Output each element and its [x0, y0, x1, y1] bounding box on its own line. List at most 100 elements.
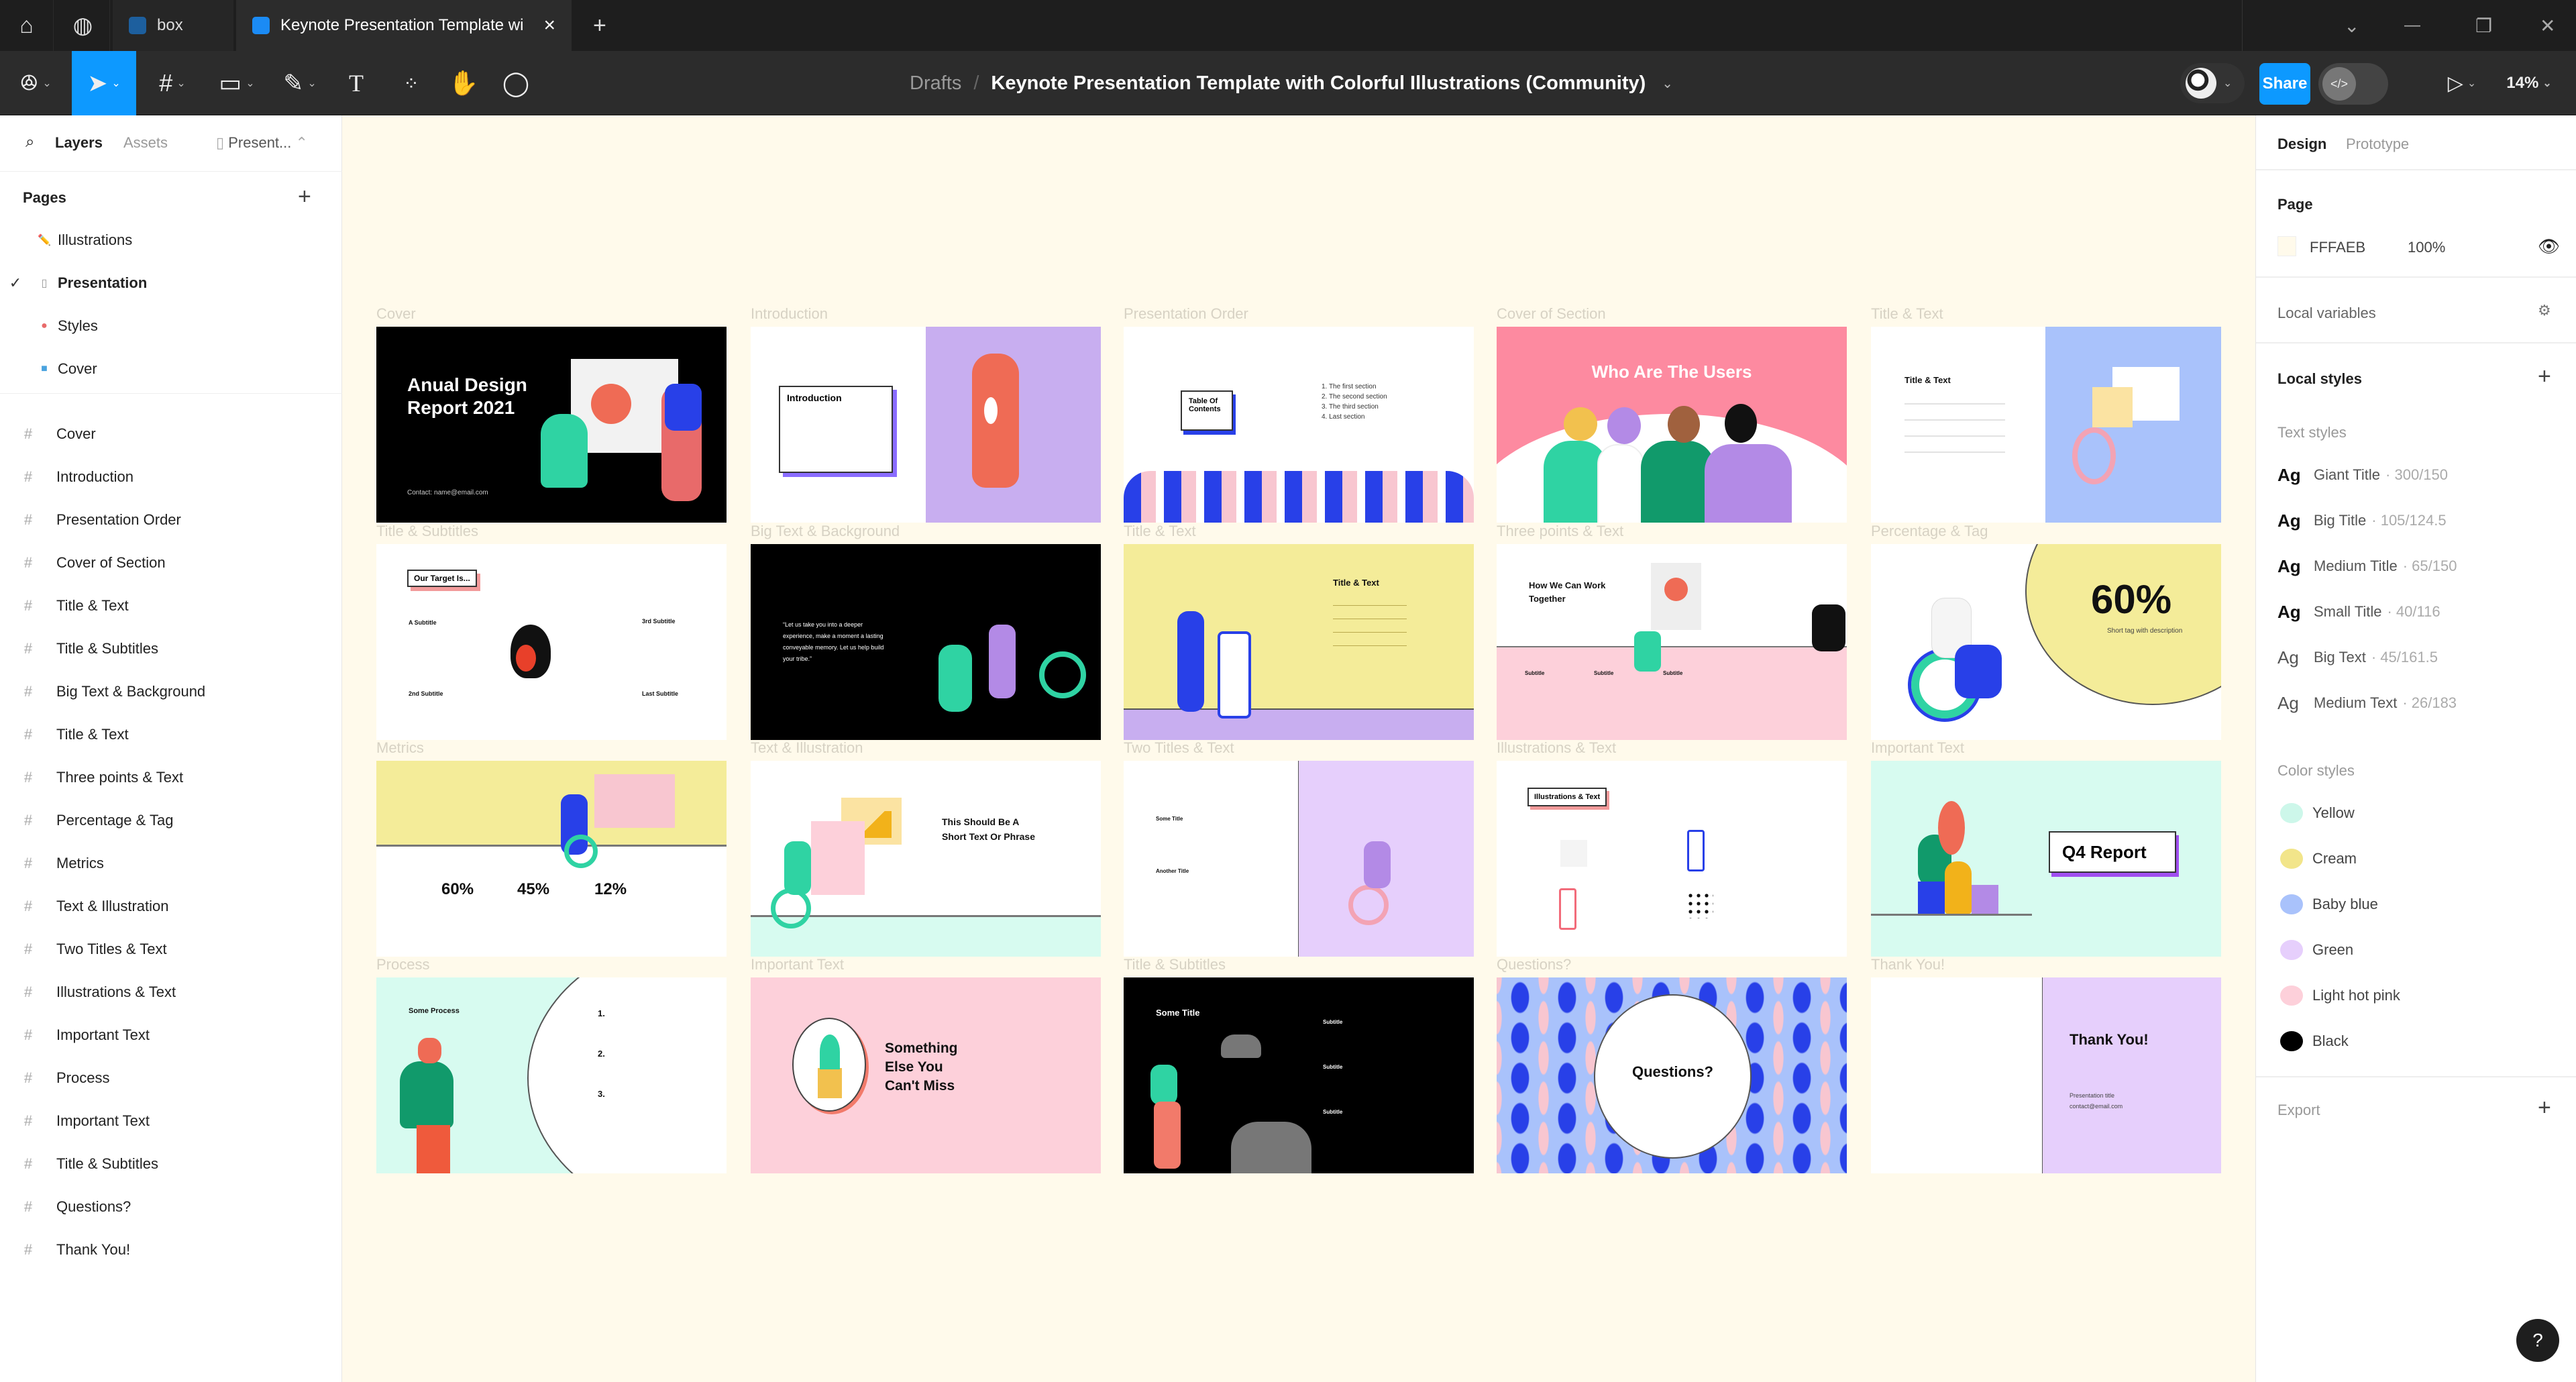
- move-tool[interactable]: ➤ ⌄: [72, 51, 136, 115]
- slide-illustrations-text[interactable]: Illustrations & Text: [1497, 761, 1847, 957]
- hand-tool[interactable]: ✋: [447, 51, 480, 115]
- layer-item[interactable]: # Title & Subtitles: [0, 1142, 342, 1185]
- add-export-icon[interactable]: +: [2538, 1095, 2551, 1121]
- close-window-icon[interactable]: ✕: [2524, 0, 2555, 51]
- layer-item[interactable]: # Title & Text: [0, 584, 342, 627]
- frame-label[interactable]: Title & Text: [1124, 523, 1196, 543]
- present-button[interactable]: ▷ ⌄: [2442, 51, 2482, 115]
- share-button[interactable]: Share: [2259, 63, 2310, 105]
- slide-big-text-background[interactable]: “Let us take you into a deeper experienc…: [751, 544, 1101, 740]
- color-style-item[interactable]: Baby blue: [2277, 888, 2378, 921]
- layer-item[interactable]: # Title & Subtitles: [0, 627, 342, 670]
- layer-item[interactable]: # Important Text: [0, 1100, 342, 1142]
- zoom-menu[interactable]: 14% ⌄: [2496, 51, 2563, 115]
- tab-list-chevron-icon[interactable]: ⌄: [2328, 0, 2359, 51]
- color-style-item[interactable]: Cream: [2277, 842, 2357, 875]
- page-opacity-value[interactable]: 100%: [2408, 239, 2445, 256]
- slide-process[interactable]: Some Process 1. 2. 3.: [376, 977, 727, 1173]
- frame-label[interactable]: Two Titles & Text: [1124, 739, 1234, 759]
- slide-title-subtitles[interactable]: Our Target Is... A Subtitle 3rd Subtitle…: [376, 544, 727, 740]
- slide-three-points[interactable]: How We Can Work Together Subtitle Subtit…: [1497, 544, 1847, 740]
- layer-item[interactable]: # Illustrations & Text: [0, 971, 342, 1014]
- minimize-icon[interactable]: —: [2388, 0, 2420, 51]
- frame-label[interactable]: Illustrations & Text: [1497, 739, 1616, 759]
- tab-box[interactable]: box: [113, 0, 233, 51]
- help-button[interactable]: ?: [2516, 1319, 2559, 1362]
- text-style-item[interactable]: Ag Big Title · 105/124.5: [2277, 504, 2447, 537]
- frame-label[interactable]: Presentation Order: [1124, 305, 1248, 325]
- globe-icon[interactable]: ◍: [56, 0, 110, 51]
- frame-label[interactable]: Big Text & Background: [751, 523, 900, 543]
- tab-layers[interactable]: Layers: [55, 134, 103, 152]
- page-item[interactable]: ● Styles: [0, 305, 342, 348]
- layer-item[interactable]: # Two Titles & Text: [0, 928, 342, 971]
- slide-two-titles[interactable]: Some Title Another Title: [1124, 761, 1474, 957]
- restore-icon[interactable]: ❐: [2459, 0, 2492, 51]
- layer-item[interactable]: # Process: [0, 1057, 342, 1100]
- frame-label[interactable]: Introduction: [751, 305, 828, 325]
- layer-item[interactable]: # Text & Illustration: [0, 885, 342, 928]
- layer-item[interactable]: # Three points & Text: [0, 756, 342, 799]
- slide-cover-of-section[interactable]: Who Are The Users: [1497, 327, 1847, 523]
- slide-important-text[interactable]: Q4 Report: [1871, 761, 2221, 957]
- tab-keynote[interactable]: Keynote Presentation Template wi ×: [236, 0, 572, 51]
- page-color-swatch[interactable]: [2277, 236, 2296, 256]
- tab-design[interactable]: Design: [2277, 136, 2326, 153]
- resources-tool[interactable]: ⁘: [394, 51, 428, 115]
- home-icon[interactable]: ⌂: [0, 0, 54, 51]
- layer-item[interactable]: # Thank You!: [0, 1228, 342, 1271]
- text-tool[interactable]: T: [339, 51, 373, 115]
- frame-label[interactable]: Important Text: [1871, 739, 1964, 759]
- add-page-icon[interactable]: +: [298, 184, 311, 210]
- layer-item[interactable]: # Title & Text: [0, 713, 342, 756]
- layer-item[interactable]: # Presentation Order: [0, 498, 342, 541]
- tab-prototype[interactable]: Prototype: [2346, 136, 2409, 153]
- frame-label[interactable]: Thank You!: [1871, 956, 1945, 976]
- page-item[interactable]: ■ Cover: [0, 348, 342, 390]
- slide-thank-you[interactable]: Thank You! Presentation title contact@em…: [1871, 977, 2221, 1173]
- frame-label[interactable]: Important Text: [751, 956, 844, 976]
- frame-label[interactable]: Title & Text: [1871, 305, 1943, 325]
- frame-label[interactable]: Questions?: [1497, 956, 1571, 976]
- layer-item[interactable]: # Metrics: [0, 842, 342, 885]
- slide-text-illustration[interactable]: This Should Be A Short Text Or Phrase: [751, 761, 1101, 957]
- text-style-item[interactable]: Ag Big Text · 45/161.5: [2277, 641, 2438, 674]
- slide-introduction[interactable]: Introduction: [751, 327, 1101, 523]
- slide-title-text-2[interactable]: Title & Text: [1124, 544, 1474, 740]
- layer-item[interactable]: # Questions?: [0, 1185, 342, 1228]
- new-tab-button[interactable]: +: [577, 0, 606, 51]
- frame-label[interactable]: Cover: [376, 305, 416, 325]
- text-style-item[interactable]: Ag Medium Text · 26/183: [2277, 686, 2457, 720]
- color-style-item[interactable]: Light hot pink: [2277, 979, 2400, 1012]
- pen-tool[interactable]: ✎ ⌄: [276, 51, 323, 115]
- slide-title-text[interactable]: Title & Text: [1871, 327, 2221, 523]
- color-style-item[interactable]: Green: [2277, 933, 2353, 967]
- slide-questions[interactable]: Questions?: [1497, 977, 1847, 1173]
- breadcrumb-drafts[interactable]: Drafts: [910, 72, 961, 95]
- user-avatar-button[interactable]: ⌄: [2180, 63, 2245, 103]
- file-title[interactable]: Keynote Presentation Template with Color…: [991, 72, 1646, 95]
- frame-label[interactable]: Three points & Text: [1497, 523, 1623, 543]
- chevron-down-icon[interactable]: ⌄: [1662, 75, 1673, 92]
- frame-label[interactable]: Cover of Section: [1497, 305, 1606, 325]
- slide-cover[interactable]: Anual Design Report 2021 Contact: name@e…: [376, 327, 727, 523]
- slide-title-subtitles-2[interactable]: Some Title Subtitle Subtitle Subtitle: [1124, 977, 1474, 1173]
- main-menu-button[interactable]: ꔮ ⌄: [12, 51, 59, 115]
- color-style-item[interactable]: Black: [2277, 1024, 2349, 1058]
- page-item[interactable]: ✏️ Illustrations: [0, 219, 342, 262]
- local-variables[interactable]: Local variables: [2277, 305, 2376, 322]
- layer-item[interactable]: # Percentage & Tag: [0, 799, 342, 842]
- layer-item[interactable]: # Cover: [0, 413, 342, 456]
- comment-tool[interactable]: ◯: [499, 51, 533, 115]
- page-color-value[interactable]: FFFAEB: [2310, 239, 2365, 256]
- layer-item[interactable]: # Cover of Section: [0, 541, 342, 584]
- color-style-item[interactable]: Yellow: [2277, 796, 2355, 830]
- eye-icon[interactable]: 👁: [2538, 236, 2560, 257]
- frame-label[interactable]: Percentage & Tag: [1871, 523, 1988, 543]
- search-icon[interactable]: ⌕: [25, 133, 34, 152]
- shape-tool[interactable]: ▭ ⌄: [213, 51, 260, 115]
- text-style-item[interactable]: Ag Giant Title · 300/150: [2277, 458, 2448, 492]
- frame-label[interactable]: Text & Illustration: [751, 739, 863, 759]
- frame-label[interactable]: Metrics: [376, 739, 424, 759]
- frame-label[interactable]: Title & Subtitles: [1124, 956, 1226, 976]
